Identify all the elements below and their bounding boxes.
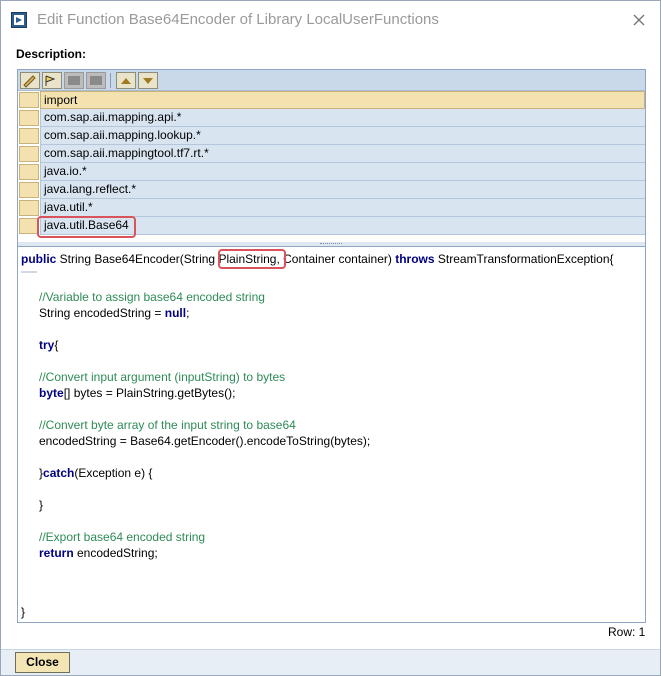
toolbar-separator: [110, 73, 111, 88]
table-row[interactable]: java.lang.reflect.*: [18, 181, 645, 199]
description-label: Description:: [16, 47, 87, 61]
table-row[interactable]: com.sap.aii.mapping.api.*: [18, 109, 645, 127]
import-cell[interactable]: com.sap.aii.mapping.lookup.*: [40, 127, 645, 145]
row-selector[interactable]: [19, 164, 39, 180]
code-comment: //Variable to assign base64 encoded stri…: [39, 290, 265, 304]
code-line: }: [21, 605, 26, 619]
close-button[interactable]: Close: [15, 652, 70, 673]
table-row[interactable]: java.io.*: [18, 163, 645, 181]
button-bar: [1, 649, 660, 675]
caret-indicator: [21, 271, 37, 273]
code-comment: //Convert byte array of the input string…: [39, 418, 296, 432]
close-window-icon[interactable]: [629, 10, 649, 30]
code-line: String encodedString = null;: [39, 306, 190, 320]
insert-row-button[interactable]: [42, 72, 62, 89]
table-row[interactable]: com.sap.aii.mappingtool.tf7.rt.*: [18, 145, 645, 163]
code-comment: //Convert input argument (inputString) t…: [39, 370, 286, 384]
code-comment: //Export base64 encoded string: [39, 530, 206, 544]
code-line: byte[] bytes = PlainString.getBytes();: [39, 386, 236, 400]
arrow-down-icon: [143, 78, 153, 84]
move-down-button[interactable]: [138, 72, 158, 89]
code-editor[interactable]: public String Base64Encoder(String Plain…: [18, 246, 645, 622]
import-cell[interactable]: java.io.*: [40, 163, 645, 181]
row-selector[interactable]: [19, 128, 39, 144]
import-table-header: import: [18, 91, 645, 109]
delete-icon: [90, 76, 102, 85]
delete-row-button[interactable]: [86, 72, 106, 89]
import-cell[interactable]: java.util.*: [40, 199, 645, 217]
row-selector[interactable]: [19, 146, 39, 162]
insert-row-icon: [45, 75, 56, 86]
splitter-grip-icon: [320, 243, 342, 245]
copy-row-button[interactable]: [64, 72, 84, 89]
import-cell[interactable]: com.sap.aii.mapping.api.*: [40, 109, 645, 127]
code-line: }: [39, 498, 44, 512]
code-line-signature: public String Base64Encoder(String Plain…: [21, 252, 614, 266]
row-indicator: Row: 1: [608, 625, 646, 639]
move-up-button[interactable]: [116, 72, 136, 89]
copy-icon: [68, 76, 80, 85]
row-selector[interactable]: [19, 110, 39, 126]
table-row[interactable]: com.sap.aii.mapping.lookup.*: [18, 127, 645, 145]
code-line: }catch(Exception e) {: [39, 466, 153, 480]
function-panel: import com.sap.aii.mapping.api.* com.sap…: [17, 69, 646, 623]
edit-function-dialog: Edit Function Base64Encoder of Library L…: [0, 0, 661, 676]
title-bar: Edit Function Base64Encoder of Library L…: [1, 1, 660, 39]
header-selector: [19, 92, 39, 108]
import-cell[interactable]: com.sap.aii.mappingtool.tf7.rt.*: [40, 145, 645, 163]
table-row[interactable]: java.util.*: [18, 199, 645, 217]
app-icon: [11, 12, 27, 28]
code-line: encodedString = Base64.getEncoder().enco…: [39, 434, 371, 448]
pencil-icon: [23, 75, 36, 88]
row-selector[interactable]: [19, 200, 39, 216]
row-selector[interactable]: [19, 182, 39, 198]
import-toolbar: [18, 70, 645, 91]
row-selector[interactable]: [19, 218, 39, 234]
edit-tool-button[interactable]: [20, 72, 40, 89]
arrow-up-icon: [121, 78, 131, 84]
code-line: return encodedString;: [39, 546, 158, 560]
param-highlight-box: [218, 249, 286, 269]
import-highlight-box: [37, 216, 136, 238]
import-column-header: import: [40, 91, 645, 109]
window-title: Edit Function Base64Encoder of Library L…: [37, 11, 439, 28]
code-line: try{: [39, 338, 59, 352]
import-cell[interactable]: java.lang.reflect.*: [40, 181, 645, 199]
